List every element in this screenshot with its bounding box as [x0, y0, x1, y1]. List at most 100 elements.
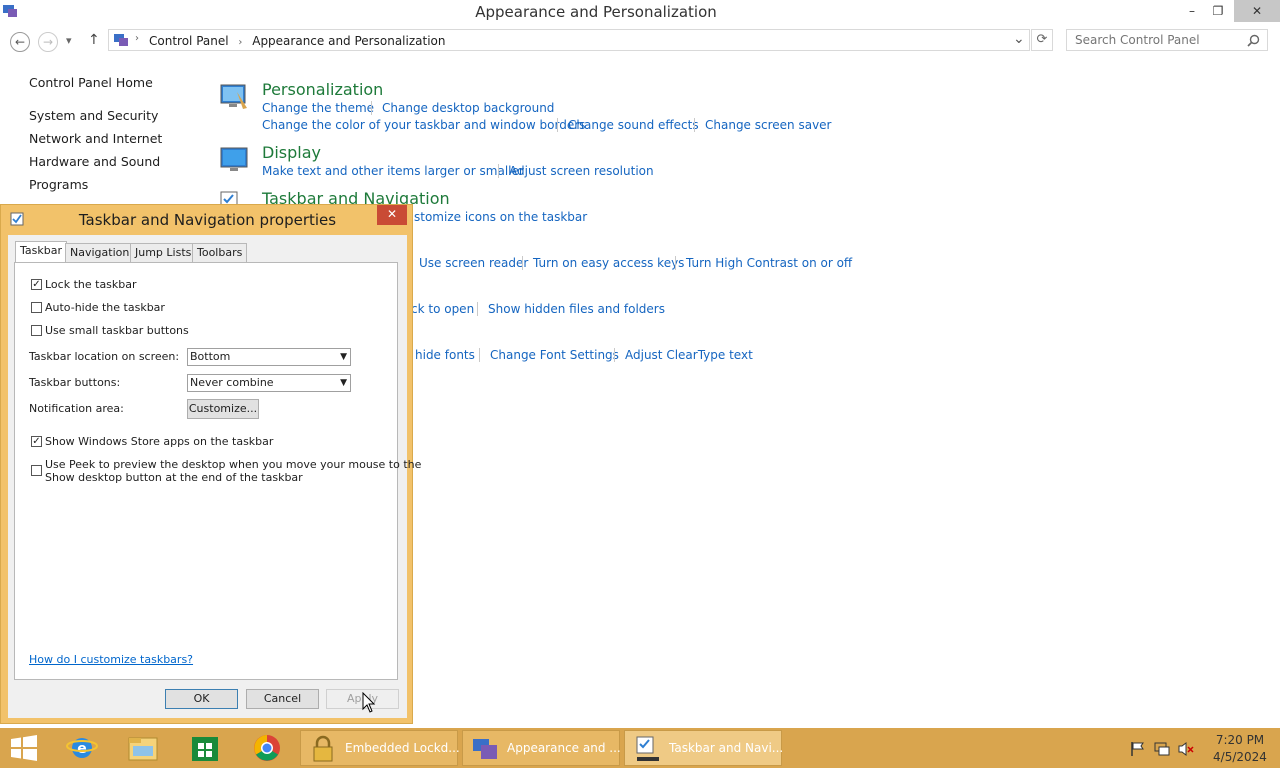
tab-taskbar[interactable]: Taskbar [15, 241, 67, 262]
restore-button[interactable]: ❐ [1204, 0, 1232, 22]
control-panel-icon [114, 34, 128, 46]
back-button[interactable]: ← [10, 32, 30, 52]
tab-navigation[interactable]: Navigation [65, 243, 135, 262]
start-windows-icon[interactable] [10, 735, 38, 761]
taskbar-buttons-select[interactable]: Never combine ▼ [187, 374, 351, 392]
link-separator [614, 348, 615, 362]
flag-icon[interactable] [1130, 741, 1146, 757]
sidebar-item-network-internet[interactable]: Network and Internet [29, 131, 162, 146]
change-screen-saver-link[interactable]: Change screen saver [705, 118, 832, 132]
network-icon[interactable] [1154, 741, 1170, 757]
file-explorer-icon[interactable] [123, 732, 163, 764]
screen-resolution-link[interactable]: Adjust screen resolution [509, 164, 654, 178]
breadcrumb: Control Panel › Appearance and Personali… [149, 34, 445, 48]
link-separator [371, 101, 372, 115]
personalization-title[interactable]: Personalization [262, 80, 383, 99]
sidebar-item-programs[interactable]: Programs [29, 177, 88, 192]
clock-date[interactable]: 4/5/2024 [1208, 750, 1272, 764]
sidebar-item-hardware-sound[interactable]: Hardware and Sound [29, 154, 160, 169]
peek-checkbox[interactable] [31, 465, 42, 476]
dialog-client: Taskbar Navigation Jump Lists Toolbars ✓… [8, 235, 421, 718]
location-value: Bottom [190, 350, 231, 363]
tab-toolbars[interactable]: Toolbars [192, 243, 248, 262]
breadcrumb-separator-icon: › [238, 37, 243, 48]
show-hidden-files-link[interactable]: Show hidden files and folders [488, 302, 665, 316]
dialog-title: Taskbar and Navigation properties [78, 211, 337, 229]
auto-hide-checkbox[interactable] [31, 302, 42, 313]
store-apps-checkbox[interactable]: ✓ [31, 436, 42, 447]
volume-muted-icon[interactable] [1178, 741, 1194, 757]
tab-panel: ✓ Lock the taskbar Auto-hide the taskbar… [14, 262, 421, 680]
customize-icons-link[interactable]: stomize icons on the taskbar [414, 210, 587, 224]
peek-label-line1[interactable]: Use Peek to preview the desktop when you… [45, 458, 421, 471]
tab-jump-lists[interactable]: Jump Lists [130, 243, 197, 262]
title-bar: Appearance and Personalization – ❐ ✕ [0, 0, 1280, 24]
customize-button[interactable]: Customize... [187, 399, 259, 419]
sidebar-item-system-security[interactable]: System and Security [29, 108, 158, 123]
taskbar-task-embedded-lockdown[interactable]: Embedded Lockd... [300, 730, 460, 766]
cleartype-link[interactable]: Adjust ClearType text [625, 348, 753, 362]
up-button[interactable]: ↑ [88, 32, 100, 48]
change-sound-effects-link[interactable]: Change sound effects [568, 118, 699, 132]
store-apps-label[interactable]: Show Windows Store apps on the taskbar [45, 435, 273, 448]
taskbar-task-taskbar-navigation[interactable]: Taskbar and Navi... [624, 730, 784, 766]
link-separator [498, 164, 499, 178]
forward-button[interactable]: → [38, 32, 58, 52]
sidebar-item-control-panel-home[interactable]: Control Panel Home [29, 75, 153, 90]
taskbar-task-appearance[interactable]: Appearance and ... [462, 730, 621, 766]
search-box[interactable] [1066, 29, 1268, 51]
lock-taskbar-label[interactable]: Lock the taskbar [45, 278, 137, 291]
high-contrast-link[interactable]: Turn High Contrast on or off [686, 256, 852, 270]
cancel-button[interactable]: Cancel [246, 689, 319, 709]
breadcrumb-separator-icon: › [135, 33, 139, 44]
change-theme-link[interactable]: Change the theme [262, 101, 374, 115]
lock-taskbar-checkbox[interactable]: ✓ [31, 279, 42, 290]
windows-store-icon[interactable] [185, 732, 225, 764]
taskbar-navigation-icon [636, 736, 659, 761]
taskbar-buttons-label: Taskbar buttons: [29, 376, 121, 389]
help-link[interactable]: How do I customize taskbars? [29, 653, 193, 666]
taskbar-buttons-value: Never combine [190, 376, 274, 389]
easy-access-keys-link[interactable]: Turn on easy access keys [533, 256, 684, 270]
display-title[interactable]: Display [262, 143, 321, 162]
mouse-cursor-icon [362, 692, 376, 713]
taskbar-properties-dialog: Taskbar and Navigation properties ✕ Task… [0, 204, 421, 724]
click-to-open-link[interactable]: ck to open [411, 302, 474, 316]
minimize-button[interactable]: – [1178, 0, 1206, 22]
close-button[interactable]: ✕ [1234, 0, 1280, 22]
notification-area-label: Notification area: [29, 402, 124, 415]
window-title: Appearance and Personalization [475, 3, 717, 21]
address-dropdown-icon[interactable]: ⌄ [1013, 31, 1025, 47]
task-label: Taskbar and Navi... [669, 741, 784, 755]
text-size-link[interactable]: Make text and other items larger or smal… [262, 164, 524, 178]
clock-time[interactable]: 7:20 PM [1208, 733, 1272, 747]
breadcrumb-control-panel[interactable]: Control Panel [149, 34, 229, 48]
small-buttons-label[interactable]: Use small taskbar buttons [45, 324, 189, 337]
auto-hide-label[interactable]: Auto-hide the taskbar [45, 301, 165, 314]
control-panel-icon [473, 739, 497, 759]
breadcrumb-appearance[interactable]: Appearance and Personalization [252, 34, 445, 48]
search-icon[interactable] [1247, 34, 1260, 47]
link-separator [675, 256, 676, 270]
dialog-close-button[interactable]: ✕ [377, 205, 407, 225]
chrome-icon[interactable] [247, 732, 287, 764]
peek-label-line2[interactable]: Show desktop button at the end of the ta… [45, 471, 303, 484]
link-separator [694, 118, 695, 132]
small-buttons-checkbox[interactable] [31, 325, 42, 336]
address-bar[interactable]: › Control Panel › Appearance and Persona… [108, 29, 1030, 51]
change-color-link[interactable]: Change the color of your taskbar and win… [262, 118, 585, 132]
internet-explorer-icon[interactable]: e [62, 732, 102, 764]
hide-fonts-link[interactable]: hide fonts [415, 348, 475, 362]
recent-pages-button[interactable]: ▾ [66, 34, 72, 47]
refresh-button[interactable]: ⟳ [1031, 29, 1053, 51]
change-background-link[interactable]: Change desktop background [382, 101, 554, 115]
search-input[interactable] [1073, 32, 1247, 48]
location-select[interactable]: Bottom ▼ [187, 348, 351, 366]
ok-button[interactable]: OK [165, 689, 238, 709]
screen-reader-link[interactable]: Use screen reader [419, 256, 528, 270]
personalization-icon [220, 84, 247, 109]
chevron-down-icon: ▼ [340, 378, 347, 388]
lock-icon [313, 735, 333, 762]
font-settings-link[interactable]: Change Font Settings [490, 348, 619, 362]
svg-text:e: e [77, 741, 87, 757]
